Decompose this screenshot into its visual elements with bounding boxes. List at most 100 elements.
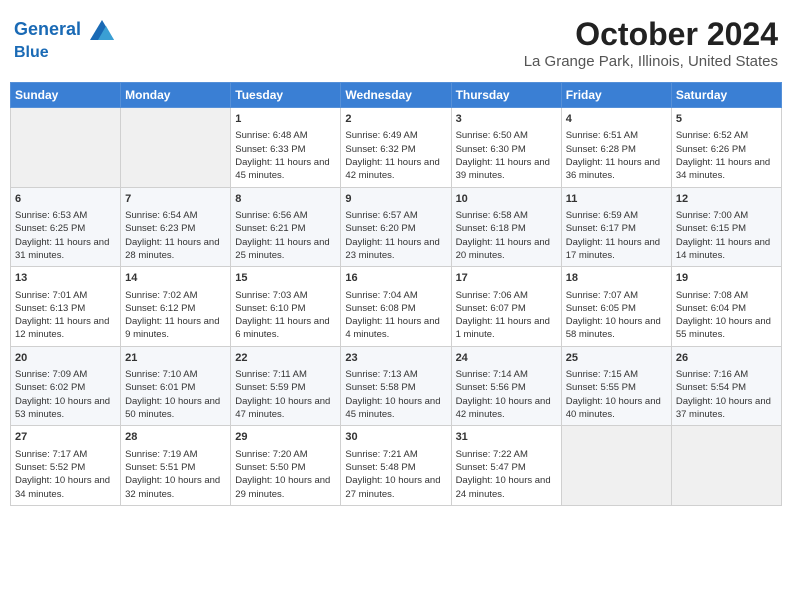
day-info: Sunrise: 7:06 AM Sunset: 6:07 PM Dayligh…	[456, 289, 557, 342]
weekday-header: Thursday	[451, 83, 561, 108]
day-info: Sunrise: 7:10 AM Sunset: 6:01 PM Dayligh…	[125, 368, 226, 421]
day-number: 17	[456, 271, 557, 286]
day-info: Sunrise: 7:09 AM Sunset: 6:02 PM Dayligh…	[15, 368, 116, 421]
day-number: 11	[566, 192, 667, 207]
day-number: 1	[235, 112, 336, 127]
weekday-header: Friday	[561, 83, 671, 108]
day-info: Sunrise: 7:13 AM Sunset: 5:58 PM Dayligh…	[345, 368, 446, 421]
day-number: 2	[345, 112, 446, 127]
calendar-cell	[671, 426, 781, 506]
day-info: Sunrise: 7:03 AM Sunset: 6:10 PM Dayligh…	[235, 289, 336, 342]
day-info: Sunrise: 6:50 AM Sunset: 6:30 PM Dayligh…	[456, 129, 557, 182]
calendar-week-row: 1 Sunrise: 6:48 AM Sunset: 6:33 PM Daylig…	[11, 108, 782, 188]
day-info: Sunrise: 6:52 AM Sunset: 6:26 PM Dayligh…	[676, 129, 777, 182]
calendar-cell: 26 Sunrise: 7:16 AM Sunset: 5:54 PM Dayli…	[671, 346, 781, 426]
day-number: 10	[456, 192, 557, 207]
logo-text: General	[14, 16, 116, 44]
weekday-header: Monday	[121, 83, 231, 108]
day-info: Sunrise: 7:08 AM Sunset: 6:04 PM Dayligh…	[676, 289, 777, 342]
weekday-header: Wednesday	[341, 83, 451, 108]
calendar-week-row: 6Sunrise: 6:53 AM Sunset: 6:25 PM Daylig…	[11, 187, 782, 267]
day-number: 4	[566, 112, 667, 127]
calendar-cell: 10Sunrise: 6:58 AM Sunset: 6:18 PM Dayli…	[451, 187, 561, 267]
location-text: La Grange Park, Illinois, United States	[524, 53, 778, 70]
calendar-cell	[561, 426, 671, 506]
title-block: October 2024 La Grange Park, Illinois, U…	[524, 16, 778, 70]
day-info: Sunrise: 6:53 AM Sunset: 6:25 PM Dayligh…	[15, 209, 116, 262]
day-info: Sunrise: 7:04 AM Sunset: 6:08 PM Dayligh…	[345, 289, 446, 342]
day-info: Sunrise: 7:19 AM Sunset: 5:51 PM Dayligh…	[125, 448, 226, 501]
day-info: Sunrise: 7:01 AM Sunset: 6:13 PM Dayligh…	[15, 289, 116, 342]
calendar-cell: 12Sunrise: 7:00 AM Sunset: 6:15 PM Dayli…	[671, 187, 781, 267]
day-number: 27	[15, 430, 116, 445]
day-info: Sunrise: 7:00 AM Sunset: 6:15 PM Dayligh…	[676, 209, 777, 262]
calendar-cell: 30 Sunrise: 7:21 AM Sunset: 5:48 PM Dayli…	[341, 426, 451, 506]
calendar-cell: 21 Sunrise: 7:10 AM Sunset: 6:01 PM Dayli…	[121, 346, 231, 426]
day-info: Sunrise: 7:15 AM Sunset: 5:55 PM Dayligh…	[566, 368, 667, 421]
calendar-table: SundayMondayTuesdayWednesdayThursdayFrid…	[10, 82, 782, 506]
day-number: 14	[125, 271, 226, 286]
day-number: 29	[235, 430, 336, 445]
day-number: 24	[456, 351, 557, 366]
weekday-header: Tuesday	[231, 83, 341, 108]
calendar-cell: 28Sunrise: 7:19 AM Sunset: 5:51 PM Dayli…	[121, 426, 231, 506]
calendar-cell: 25 Sunrise: 7:15 AM Sunset: 5:55 PM Dayli…	[561, 346, 671, 426]
day-number: 26	[676, 351, 777, 366]
calendar-cell: 8Sunrise: 6:56 AM Sunset: 6:21 PM Daylig…	[231, 187, 341, 267]
calendar-cell	[11, 108, 121, 188]
calendar-cell: 17 Sunrise: 7:06 AM Sunset: 6:07 PM Dayli…	[451, 267, 561, 347]
weekday-header: Sunday	[11, 83, 121, 108]
day-info: Sunrise: 7:21 AM Sunset: 5:48 PM Dayligh…	[345, 448, 446, 501]
calendar-week-row: 27Sunrise: 7:17 AM Sunset: 5:52 PM Dayli…	[11, 426, 782, 506]
logo: General Blue	[14, 16, 116, 62]
day-number: 16	[345, 271, 446, 286]
calendar-cell: 19 Sunrise: 7:08 AM Sunset: 6:04 PM Dayli…	[671, 267, 781, 347]
day-number: 23	[345, 351, 446, 366]
calendar-cell: 15 Sunrise: 7:03 AM Sunset: 6:10 PM Dayli…	[231, 267, 341, 347]
calendar-cell: 7 Sunrise: 6:54 AM Sunset: 6:23 PM Daylig…	[121, 187, 231, 267]
day-number: 5	[676, 112, 777, 127]
day-number: 25	[566, 351, 667, 366]
day-number: 9	[345, 192, 446, 207]
logo-blue: Blue	[14, 44, 116, 62]
day-number: 7	[125, 192, 226, 207]
day-info: Sunrise: 6:59 AM Sunset: 6:17 PM Dayligh…	[566, 209, 667, 262]
calendar-cell: 5 Sunrise: 6:52 AM Sunset: 6:26 PM Daylig…	[671, 108, 781, 188]
calendar-cell: 31 Sunrise: 7:22 AM Sunset: 5:47 PM Dayli…	[451, 426, 561, 506]
day-info: Sunrise: 6:48 AM Sunset: 6:33 PM Dayligh…	[235, 129, 336, 182]
day-info: Sunrise: 6:57 AM Sunset: 6:20 PM Dayligh…	[345, 209, 446, 262]
calendar-cell: 1 Sunrise: 6:48 AM Sunset: 6:33 PM Daylig…	[231, 108, 341, 188]
day-number: 15	[235, 271, 336, 286]
day-number: 31	[456, 430, 557, 445]
day-info: Sunrise: 6:49 AM Sunset: 6:32 PM Dayligh…	[345, 129, 446, 182]
calendar-week-row: 13 Sunrise: 7:01 AM Sunset: 6:13 PM Dayli…	[11, 267, 782, 347]
calendar-cell: 24Sunrise: 7:14 AM Sunset: 5:56 PM Dayli…	[451, 346, 561, 426]
calendar-cell: 4 Sunrise: 6:51 AM Sunset: 6:28 PM Daylig…	[561, 108, 671, 188]
calendar-cell: 20 Sunrise: 7:09 AM Sunset: 6:02 PM Dayli…	[11, 346, 121, 426]
day-number: 3	[456, 112, 557, 127]
calendar-cell: 23 Sunrise: 7:13 AM Sunset: 5:58 PM Dayli…	[341, 346, 451, 426]
day-info: Sunrise: 7:02 AM Sunset: 6:12 PM Dayligh…	[125, 289, 226, 342]
day-info: Sunrise: 7:20 AM Sunset: 5:50 PM Dayligh…	[235, 448, 336, 501]
day-number: 13	[15, 271, 116, 286]
day-info: Sunrise: 6:54 AM Sunset: 6:23 PM Dayligh…	[125, 209, 226, 262]
day-info: Sunrise: 7:07 AM Sunset: 6:05 PM Dayligh…	[566, 289, 667, 342]
day-number: 19	[676, 271, 777, 286]
day-number: 20	[15, 351, 116, 366]
calendar-cell: 27Sunrise: 7:17 AM Sunset: 5:52 PM Dayli…	[11, 426, 121, 506]
day-info: Sunrise: 7:22 AM Sunset: 5:47 PM Dayligh…	[456, 448, 557, 501]
calendar-cell: 29 Sunrise: 7:20 AM Sunset: 5:50 PM Dayli…	[231, 426, 341, 506]
calendar-cell: 11 Sunrise: 6:59 AM Sunset: 6:17 PM Dayli…	[561, 187, 671, 267]
day-number: 8	[235, 192, 336, 207]
day-number: 21	[125, 351, 226, 366]
calendar-cell: 13 Sunrise: 7:01 AM Sunset: 6:13 PM Dayli…	[11, 267, 121, 347]
day-info: Sunrise: 7:16 AM Sunset: 5:54 PM Dayligh…	[676, 368, 777, 421]
calendar-cell: 6Sunrise: 6:53 AM Sunset: 6:25 PM Daylig…	[11, 187, 121, 267]
day-info: Sunrise: 7:11 AM Sunset: 5:59 PM Dayligh…	[235, 368, 336, 421]
calendar-cell: 16 Sunrise: 7:04 AM Sunset: 6:08 PM Dayli…	[341, 267, 451, 347]
month-title: October 2024	[524, 16, 778, 53]
day-info: Sunrise: 6:51 AM Sunset: 6:28 PM Dayligh…	[566, 129, 667, 182]
calendar-cell: 14 Sunrise: 7:02 AM Sunset: 6:12 PM Dayli…	[121, 267, 231, 347]
day-number: 30	[345, 430, 446, 445]
day-number: 18	[566, 271, 667, 286]
